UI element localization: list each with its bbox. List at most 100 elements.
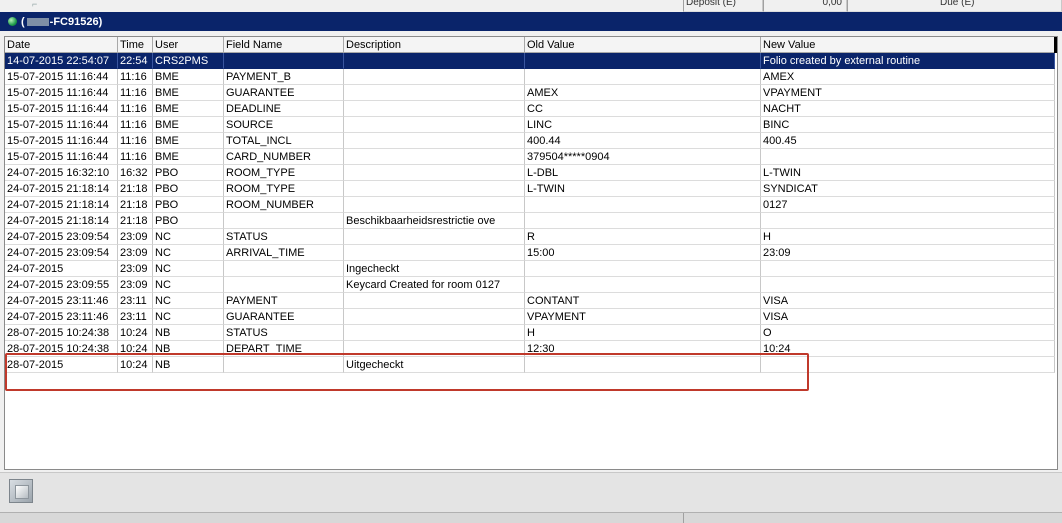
cell-time: 11:16 xyxy=(118,85,153,101)
column-header-time[interactable]: Time xyxy=(118,37,153,53)
cell-user: BME xyxy=(153,69,224,85)
table-row[interactable]: 24-07-2015 23:11:46 23:11 NC PAYMENT CONTANT… xyxy=(5,293,1055,309)
cell-new-value xyxy=(761,213,1055,229)
cell-old-value: 15:00 xyxy=(525,245,761,261)
cell-time: 23:11 xyxy=(118,293,153,309)
cell-description xyxy=(344,197,525,213)
cropped-graphic: ⌐▔ xyxy=(32,0,45,9)
cell-date: 24-07-2015 21:18:14 xyxy=(5,197,118,213)
cell-description xyxy=(344,117,525,133)
cell-field-name: DEPART_TIME xyxy=(224,341,344,357)
cell-old-value xyxy=(525,197,761,213)
cell-description xyxy=(344,101,525,117)
table-row[interactable]: 14-07-2015 22:54:07 22:54 CRS2PMS Folio cre… xyxy=(5,53,1055,69)
table-row[interactable]: 28-07-2015 10:24 NB Uitgecheckt xyxy=(5,357,1055,373)
table-row[interactable]: 15-07-2015 11:16:44 11:16 BME GUARANTEE AMEX… xyxy=(5,85,1055,101)
cell-field-name: PAYMENT_B xyxy=(224,69,344,85)
table-row[interactable]: 28-07-2015 10:24:38 10:24 NB STATUS H O xyxy=(5,325,1055,341)
cell-date: 28-07-2015 10:24:38 xyxy=(5,325,118,341)
table-row[interactable]: 24-07-2015 23:09:55 23:09 NC Keycard Create… xyxy=(5,277,1055,293)
cell-description: Beschikbaarheidsrestrictie ove xyxy=(344,213,525,229)
column-header-description[interactable]: Description xyxy=(344,37,525,53)
cell-date: 15-07-2015 11:16:44 xyxy=(5,85,118,101)
top-strip: ⌐▔ Deposit (E) 0,00 Due (E) xyxy=(0,0,1062,12)
cell-old-value xyxy=(525,213,761,229)
table-row[interactable]: 15-07-2015 11:16:44 11:16 BME SOURCE LINC BIN… xyxy=(5,117,1055,133)
window-icon[interactable] xyxy=(9,479,33,503)
cell-time: 11:16 xyxy=(118,101,153,117)
cell-new-value xyxy=(761,149,1055,165)
cell-date: 15-07-2015 11:16:44 xyxy=(5,133,118,149)
cell-date: 24-07-2015 21:18:14 xyxy=(5,213,118,229)
cell-field-name: SOURCE xyxy=(224,117,344,133)
table-row[interactable]: 24-07-2015 23:09:54 23:09 NC ARRIVAL_TIME 15… xyxy=(5,245,1055,261)
table-row[interactable]: 24-07-2015 21:18:14 21:18 PBO ROOM_NUMBER 01… xyxy=(5,197,1055,213)
table-row[interactable]: 24-07-2015 23:09 NC Ingecheckt xyxy=(5,261,1055,277)
cell-description: Ingecheckt xyxy=(344,261,525,277)
cell-date: 24-07-2015 xyxy=(5,261,118,277)
cell-field-name: PAYMENT xyxy=(224,293,344,309)
table-row[interactable]: 24-07-2015 23:11:46 23:11 NC GUARANTEE VPAYM… xyxy=(5,309,1055,325)
cell-date: 24-07-2015 21:18:14 xyxy=(5,181,118,197)
cell-new-value: VPAYMENT xyxy=(761,85,1055,101)
cell-old-value xyxy=(525,277,761,293)
table-row[interactable]: 28-07-2015 10:24:38 10:24 NB DEPART_TIME 12:… xyxy=(5,341,1055,357)
cell-date: 15-07-2015 11:16:44 xyxy=(5,149,118,165)
cell-description xyxy=(344,245,525,261)
cell-old-value: AMEX xyxy=(525,85,761,101)
cell-time: 10:24 xyxy=(118,357,153,373)
cell-user: NB xyxy=(153,341,224,357)
cell-field-name: TOTAL_INCL xyxy=(224,133,344,149)
cell-date: 15-07-2015 11:16:44 xyxy=(5,117,118,133)
column-header-date[interactable]: Date xyxy=(5,37,118,53)
cell-user: BME xyxy=(153,133,224,149)
deposit-value-fragment: 0,00 xyxy=(763,0,847,12)
table-row[interactable]: 24-07-2015 21:18:14 21:18 PBO ROOM_TYPE L-TW… xyxy=(5,181,1055,197)
table-row[interactable]: 24-07-2015 21:18:14 21:18 PBO Beschikbaarhe… xyxy=(5,213,1055,229)
cell-old-value: LINC xyxy=(525,117,761,133)
audit-log-grid[interactable]: Date Time User Field Name Description Ol… xyxy=(4,36,1058,470)
table-row[interactable]: 15-07-2015 11:16:44 11:16 BME CARD_NUMBER 37… xyxy=(5,149,1055,165)
cell-new-value: BINC xyxy=(761,117,1055,133)
scrollbar-edge[interactable] xyxy=(1054,37,1057,53)
cell-user: NC xyxy=(153,229,224,245)
cell-date: 24-07-2015 23:09:54 xyxy=(5,245,118,261)
cell-description: Keycard Created for room 0127 xyxy=(344,277,525,293)
cell-description xyxy=(344,293,525,309)
cell-new-value: AMEX xyxy=(761,69,1055,85)
cell-time: 21:18 xyxy=(118,213,153,229)
column-header-old-value[interactable]: Old Value xyxy=(525,37,761,53)
cell-time: 10:24 xyxy=(118,325,153,341)
cell-date: 24-07-2015 23:09:54 xyxy=(5,229,118,245)
cell-field-name: STATUS xyxy=(224,325,344,341)
cell-user: BME xyxy=(153,85,224,101)
cell-date: 28-07-2015 10:24:38 xyxy=(5,341,118,357)
cell-time: 11:16 xyxy=(118,149,153,165)
cell-description xyxy=(344,309,525,325)
cell-description: Uitgecheckt xyxy=(344,357,525,373)
cell-date: 24-07-2015 23:11:46 xyxy=(5,309,118,325)
table-row[interactable]: 15-07-2015 11:16:44 11:16 BME TOTAL_INCL 400… xyxy=(5,133,1055,149)
cell-user: NC xyxy=(153,293,224,309)
cell-description xyxy=(344,133,525,149)
cell-description xyxy=(344,85,525,101)
column-header-new-value[interactable]: New Value xyxy=(761,37,1055,53)
cell-description xyxy=(344,165,525,181)
title-prefix: ( xyxy=(21,15,25,28)
table-row[interactable]: 24-07-2015 23:09:54 23:09 NC STATUS R H xyxy=(5,229,1055,245)
column-header-field-name[interactable]: Field Name xyxy=(224,37,344,53)
deposit-label-fragment: Deposit (E) xyxy=(683,0,763,12)
cell-field-name: GUARANTEE xyxy=(224,309,344,325)
table-row[interactable]: 15-07-2015 11:16:44 11:16 BME DEADLINE CC NAC… xyxy=(5,101,1055,117)
app-icon xyxy=(8,17,17,26)
table-row[interactable]: 15-07-2015 11:16:44 11:16 BME PAYMENT_B AMEX xyxy=(5,69,1055,85)
cell-user: PBO xyxy=(153,181,224,197)
cell-field-name xyxy=(224,261,344,277)
window-title-bar[interactable]: ( -FC91526) xyxy=(0,12,1062,31)
cell-user: PBO xyxy=(153,197,224,213)
cell-description xyxy=(344,341,525,357)
cell-new-value: 0127 xyxy=(761,197,1055,213)
table-row[interactable]: 24-07-2015 16:32:10 16:32 PBO ROOM_TYPE L-DB… xyxy=(5,165,1055,181)
cell-date: 15-07-2015 11:16:44 xyxy=(5,69,118,85)
column-header-user[interactable]: User xyxy=(153,37,224,53)
